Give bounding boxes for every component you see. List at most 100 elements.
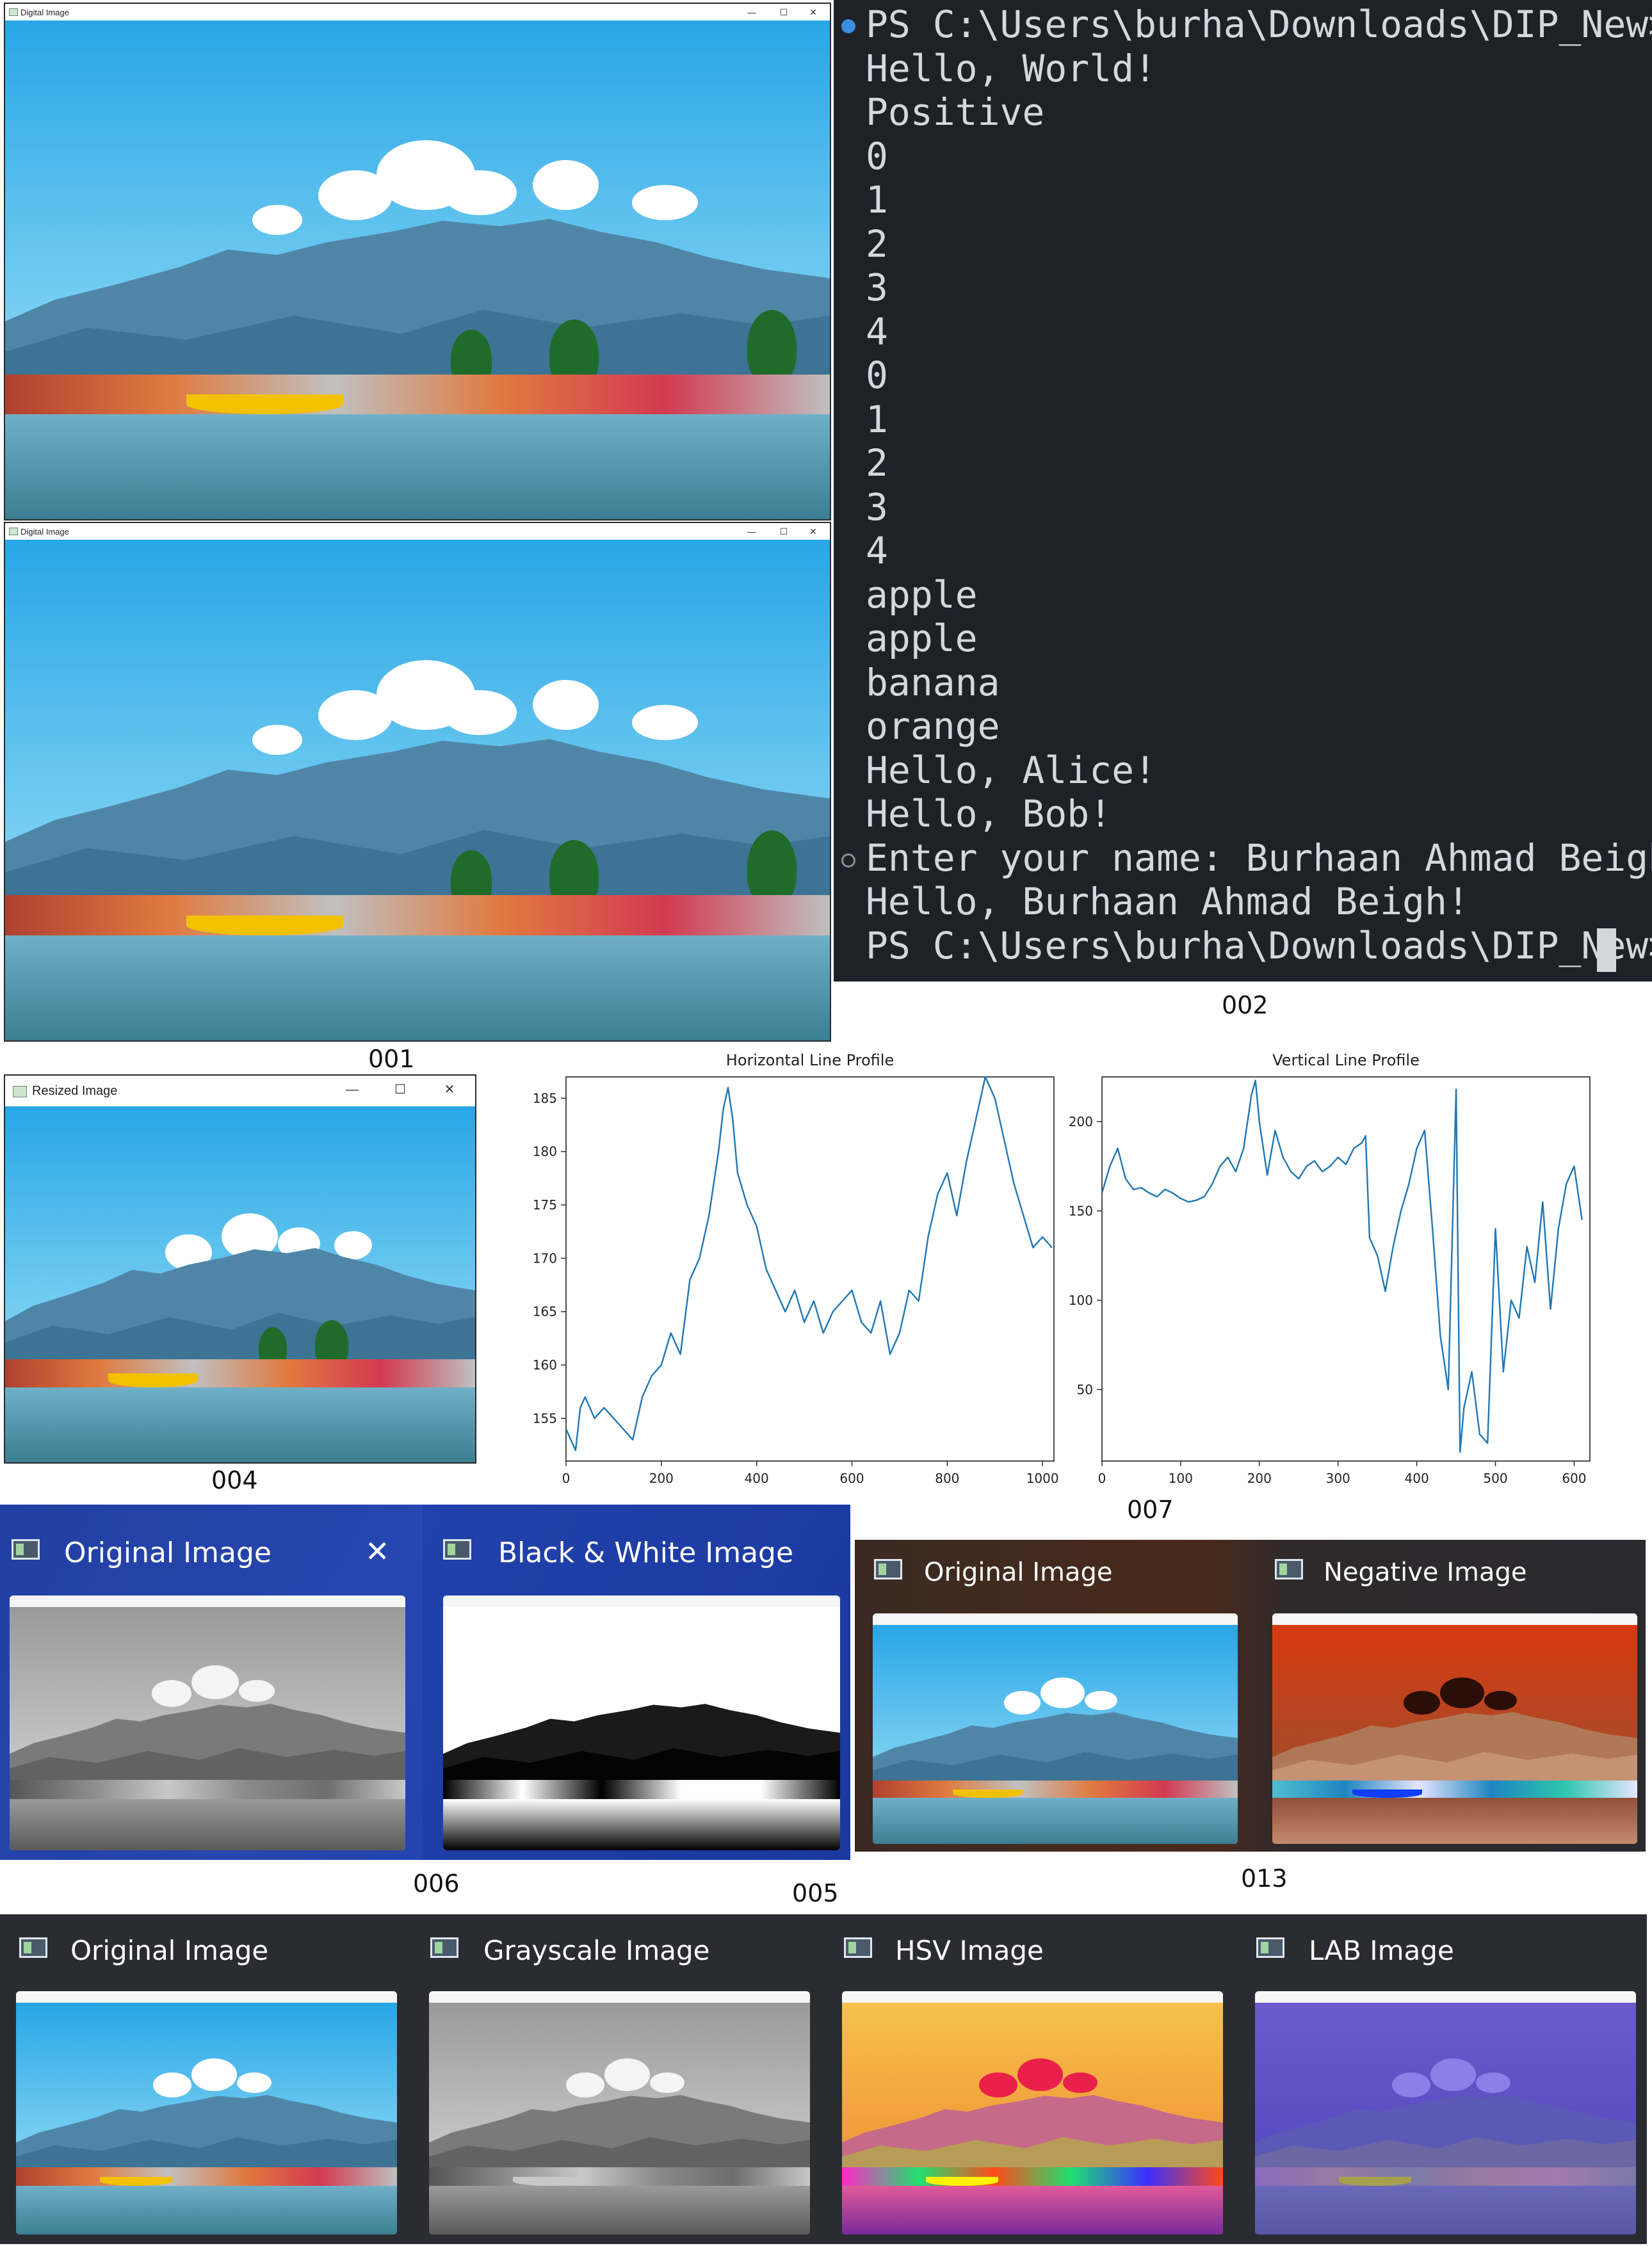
window-title-bar[interactable]: Digital Image — ☐ ✕ <box>5 523 830 540</box>
caption-004: 004 <box>211 1466 258 1494</box>
y-tick-label: 100 <box>1069 1293 1093 1308</box>
terminal-line: apple <box>866 572 978 617</box>
caption-007: 007 <box>1127 1496 1174 1524</box>
x-tick-label: 200 <box>1247 1471 1272 1486</box>
terminal-line: Hello, Bob! <box>866 792 1112 836</box>
lab-thumbnail[interactable] <box>1255 1991 1636 2234</box>
minimize-button[interactable]: — <box>344 1083 360 1096</box>
digital-image-window-1[interactable]: Digital Image — ☐ ✕ <box>4 3 831 521</box>
terminal-line: 0 <box>866 353 888 397</box>
caption-001: 001 <box>368 1045 415 1073</box>
y-tick-label: 155 <box>533 1410 557 1426</box>
preview-original-tile[interactable]: Original Image ✕ <box>0 1505 419 1860</box>
close-button[interactable]: ✕ <box>442 1083 457 1096</box>
window-title-bar[interactable]: Digital Image — ☐ ✕ <box>5 4 830 20</box>
minimize-button[interactable]: — <box>744 6 759 19</box>
terminal-line: apple <box>866 617 978 660</box>
x-tick-label: 100 <box>1169 1471 1193 1486</box>
preview-title: Original Image <box>70 1935 269 1966</box>
app-icon <box>12 1539 40 1560</box>
close-button[interactable]: ✕ <box>806 525 821 538</box>
terminal-line: 3 <box>866 266 888 309</box>
terminal-line: PS C:\Users\burha\Downloads\DIP_New> & <box>866 3 1652 46</box>
window-title: Digital Image <box>20 8 69 17</box>
terminal-panel[interactable]: PS C:\Users\burha\Downloads\DIP_New> & H… <box>834 0 1652 982</box>
terminal-line: Hello, Alice! <box>866 748 1156 792</box>
terminal-line: 2 <box>866 441 888 485</box>
preview-bw-tile[interactable]: Black & White Image <box>423 1505 850 1860</box>
resized-image-window[interactable]: Resized Image — ☐ ✕ <box>4 1074 476 1464</box>
terminal-line: Hello, World! <box>866 46 1156 90</box>
x-tick-label: 600 <box>1562 1471 1586 1486</box>
plot-area <box>1101 1076 1591 1462</box>
terminal-line: 0 <box>866 134 888 178</box>
y-tick-label: 170 <box>533 1250 557 1266</box>
grayscale-thumbnail[interactable] <box>429 1991 810 2234</box>
preview-title: Grayscale Image <box>483 1935 710 1966</box>
negative-thumbnail[interactable] <box>1272 1613 1637 1844</box>
app-icon <box>19 1937 47 1958</box>
minimize-button[interactable]: — <box>744 525 759 538</box>
x-tick-label: 200 <box>649 1471 674 1486</box>
x-tick-label: 800 <box>935 1471 959 1486</box>
y-tick-label: 160 <box>533 1357 557 1373</box>
terminal-line: 1 <box>866 178 888 222</box>
horizontal-line-profile-chart: Horizontal Line Profile 0 200 400 600 800 1000… <box>519 1050 1069 1492</box>
window-title: Digital Image <box>20 527 69 537</box>
prompt-status-dot <box>841 19 855 33</box>
preview-title: HSV Image <box>895 1935 1044 1966</box>
app-icon <box>443 1539 471 1560</box>
close-button[interactable]: ✕ <box>806 6 821 19</box>
maximize-button[interactable]: ☐ <box>776 525 791 538</box>
terminal-line: 4 <box>866 529 888 572</box>
digital-image <box>5 20 830 519</box>
x-tick-label: 1000 <box>1026 1471 1059 1486</box>
terminal-line: orange <box>866 704 1000 748</box>
app-icon <box>1275 1559 1303 1579</box>
preview-title: Negative Image <box>1324 1558 1527 1587</box>
digital-image-window-2[interactable]: Digital Image — ☐ ✕ <box>4 522 831 1042</box>
negative-preview-panel[interactable]: Original Image Negative Image <box>855 1540 1646 1852</box>
digital-image <box>5 540 830 1040</box>
hsv-thumbnail[interactable] <box>842 1991 1223 2234</box>
caption-002: 002 <box>1222 991 1268 1019</box>
y-tick-label: 185 <box>533 1090 557 1106</box>
preview-title: Original Image <box>64 1537 271 1569</box>
app-icon <box>13 1086 27 1097</box>
terminal-line: PS C:\Users\burha\Downloads\DIP_New> <box>866 923 1652 967</box>
terminal-line: Positive <box>866 90 1045 134</box>
color-space-preview-panel[interactable]: Original Image Grayscale Image HSV Image… <box>0 1914 1647 2244</box>
plot-area <box>565 1076 1055 1462</box>
bw-preview-panel[interactable]: Original Image ✕ Black & White Image <box>0 1505 850 1860</box>
app-icon <box>9 528 18 535</box>
x-tick-label: 400 <box>745 1471 769 1486</box>
y-tick-label: 200 <box>1069 1114 1093 1129</box>
y-tick-label: 175 <box>533 1197 557 1213</box>
caption-005: 005 <box>792 1879 839 1907</box>
chart-title: Vertical Line Profile <box>1272 1051 1420 1069</box>
vertical-line-profile-chart: Vertical Line Profile 0 100 200 300 400 500 600… <box>1066 1050 1610 1492</box>
terminal-line: 1 <box>866 397 888 441</box>
original-color-thumbnail[interactable] <box>873 1613 1238 1844</box>
y-tick-label: 150 <box>1069 1203 1093 1218</box>
app-icon <box>430 1937 458 1958</box>
terminal-cursor <box>1597 928 1616 972</box>
maximize-button[interactable]: ☐ <box>393 1083 408 1096</box>
resized-image <box>5 1106 475 1462</box>
app-icon <box>1256 1937 1284 1958</box>
app-icon <box>9 8 18 16</box>
y-tick-label: 50 <box>1077 1382 1093 1397</box>
caption-013: 013 <box>1241 1864 1288 1893</box>
maximize-button[interactable]: ☐ <box>776 6 791 19</box>
chart-svg: Vertical Line Profile 0 100 200 300 400 500 600… <box>1069 1051 1591 1486</box>
close-icon[interactable]: ✕ <box>365 1534 390 1569</box>
preview-title: Original Image <box>924 1558 1113 1587</box>
x-tick-label: 300 <box>1326 1471 1350 1486</box>
x-tick-label: 600 <box>839 1471 864 1486</box>
preview-title: Black & White Image <box>498 1537 794 1569</box>
window-title-bar[interactable]: Resized Image — ☐ ✕ <box>5 1076 475 1106</box>
prompt-status-dot <box>841 853 855 868</box>
y-tick-label: 180 <box>533 1144 557 1159</box>
original-gray-thumbnail <box>10 1596 405 1850</box>
original-thumbnail[interactable] <box>16 1991 397 2234</box>
